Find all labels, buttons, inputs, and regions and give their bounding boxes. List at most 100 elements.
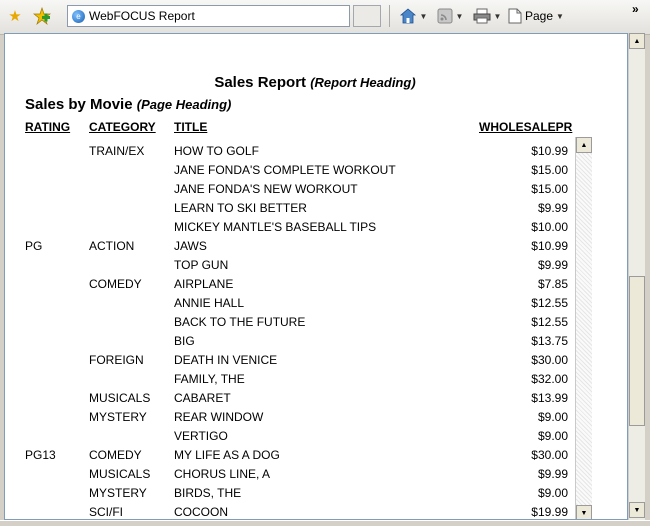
price-cell: $10.99 <box>531 144 568 158</box>
rss-icon <box>437 8 453 24</box>
column-header-title: TITLE <box>174 120 208 134</box>
printer-icon <box>473 8 491 24</box>
feeds-button[interactable]: ▼ <box>433 6 467 26</box>
title-cell: VERTIGO <box>174 429 228 443</box>
report-frame-scrollbar[interactable]: ▲ ▼ <box>575 137 592 519</box>
table-row: COMEDY AIRPLANE $7.85 <box>5 275 625 294</box>
table-row: ANNIE HALL $12.55 <box>5 294 625 313</box>
table-row: BIG $13.75 <box>5 332 625 351</box>
title-cell: TOP GUN <box>174 258 229 272</box>
scroll-down-button[interactable]: ▼ <box>576 505 592 519</box>
chevron-down-icon: ▼ <box>556 11 564 21</box>
price-cell: $12.55 <box>531 296 568 310</box>
page-menu[interactable]: Page ▼ <box>508 6 564 26</box>
scroll-up-button[interactable]: ▲ <box>629 33 645 49</box>
scroll-down-button[interactable]: ▼ <box>629 502 645 518</box>
scroll-thumb[interactable] <box>629 276 645 426</box>
table-row: PG13 COMEDY MY LIFE AS A DOG $30.00 <box>5 446 625 465</box>
price-cell: $15.00 <box>531 163 568 177</box>
price-cell: $12.55 <box>531 315 568 329</box>
chevron-down-icon: ▼ <box>419 11 428 21</box>
title-cell: COCOON <box>174 505 228 519</box>
title-cell: CABARET <box>174 391 231 405</box>
table-row: MUSICALS CABARET $13.99 <box>5 389 625 408</box>
new-tab-button[interactable] <box>353 5 381 27</box>
tab-webfocus-report[interactable]: e WebFOCUS Report <box>67 5 350 27</box>
window-scrollbar[interactable]: ▲ ▼ <box>628 33 645 520</box>
page-heading: Sales by Movie (Page Heading) <box>25 96 231 113</box>
price-cell: $9.99 <box>537 258 568 272</box>
category-cell: MUSICALS <box>89 467 151 481</box>
toolbar-separator <box>389 5 390 27</box>
price-cell: $9.99 <box>537 467 568 481</box>
table-row: FAMILY, THE $32.00 <box>5 370 625 389</box>
tab-title: WebFOCUS Report <box>89 9 195 23</box>
add-favorite-icon[interactable] <box>32 6 52 26</box>
price-cell: $9.99 <box>537 201 568 215</box>
report-heading: Sales Report (Report Heading) <box>5 74 625 91</box>
table-row: SCI/FI COCOON $19.99 <box>5 503 625 519</box>
category-cell: MUSICALS <box>89 391 151 405</box>
title-cell: DEATH IN VENICE <box>174 353 278 367</box>
title-cell: HOW TO GOLF <box>174 144 259 158</box>
title-cell: CHORUS LINE, A <box>174 467 271 481</box>
scroll-up-button[interactable]: ▲ <box>576 137 592 153</box>
price-cell: $19.99 <box>531 505 568 519</box>
title-cell: MY LIFE AS A DOG <box>174 448 280 462</box>
page-heading-note: (Page Heading) <box>136 97 232 112</box>
title-cell: MICKEY MANTLE'S BASEBALL TIPS <box>174 220 377 234</box>
title-cell: BIRDS, THE <box>174 486 242 500</box>
table-row: TRAIN/EX HOW TO GOLF $10.99 <box>5 142 625 161</box>
category-cell: ACTION <box>89 239 135 253</box>
price-cell: $10.00 <box>531 220 568 234</box>
category-cell: SCI/FI <box>89 505 124 519</box>
title-cell: LEARN TO SKI BETTER <box>174 201 307 215</box>
price-cell: $13.75 <box>531 334 568 348</box>
price-cell: $32.00 <box>531 372 568 386</box>
home-icon <box>399 8 416 24</box>
price-cell: $7.85 <box>537 277 568 291</box>
category-cell: MYSTERY <box>89 486 147 500</box>
price-cell: $13.99 <box>531 391 568 405</box>
chevron-down-icon: ▼ <box>455 11 464 21</box>
title-cell: FAMILY, THE <box>174 372 245 386</box>
table-row: MUSICALS CHORUS LINE, A $9.99 <box>5 465 625 484</box>
table-row: BACK TO THE FUTURE $12.55 <box>5 313 625 332</box>
table-row: VERTIGO $9.00 <box>5 427 625 446</box>
price-cell: $9.00 <box>537 410 568 424</box>
rating-cell: PG13 <box>25 448 56 462</box>
title-cell: REAR WINDOW <box>174 410 264 424</box>
table-row: JANE FONDA'S NEW WORKOUT $15.00 <box>5 180 625 199</box>
page-heading-text: Sales by Movie <box>25 96 133 113</box>
title-cell: AIRPLANE <box>174 277 234 291</box>
title-cell: JANE FONDA'S COMPLETE WORKOUT <box>174 163 396 177</box>
more-tools-chevron[interactable]: » <box>632 2 639 16</box>
category-cell: COMEDY <box>89 277 142 291</box>
home-button[interactable]: ▼ <box>396 6 430 26</box>
price-cell: $10.99 <box>531 239 568 253</box>
browser-toolbar: ★ e WebFOCUS Report ▼ ▼ ▼ Page ▼ » <box>0 0 650 35</box>
table-row: MICKEY MANTLE'S BASEBALL TIPS $10.00 <box>5 218 625 237</box>
title-cell: BIG <box>174 334 195 348</box>
category-cell: TRAIN/EX <box>89 144 145 158</box>
column-header-rating: RATING <box>25 120 71 134</box>
print-button[interactable]: ▼ <box>470 6 504 26</box>
page-menu-label: Page <box>525 9 554 23</box>
star-icon[interactable]: ★ <box>6 6 24 26</box>
price-cell: $30.00 <box>531 353 568 367</box>
status-bar <box>0 520 650 526</box>
column-header-category: CATEGORY <box>89 120 156 134</box>
column-header-wholesalepr: WHOLESALEPR <box>479 120 573 134</box>
table-row: TOP GUN $9.99 <box>5 256 625 275</box>
category-cell: MYSTERY <box>89 410 147 424</box>
ie-page-icon: e <box>72 9 85 23</box>
category-cell: FOREIGN <box>89 353 144 367</box>
table-row: LEARN TO SKI BETTER $9.99 <box>5 199 625 218</box>
category-cell: COMEDY <box>89 448 142 462</box>
price-cell: $9.00 <box>537 429 568 443</box>
table-row: JANE FONDA'S COMPLETE WORKOUT $15.00 <box>5 161 625 180</box>
chevron-down-icon: ▼ <box>493 11 502 21</box>
report-heading-text: Sales Report <box>214 74 307 91</box>
price-cell: $15.00 <box>531 182 568 196</box>
title-cell: ANNIE HALL <box>174 296 245 310</box>
